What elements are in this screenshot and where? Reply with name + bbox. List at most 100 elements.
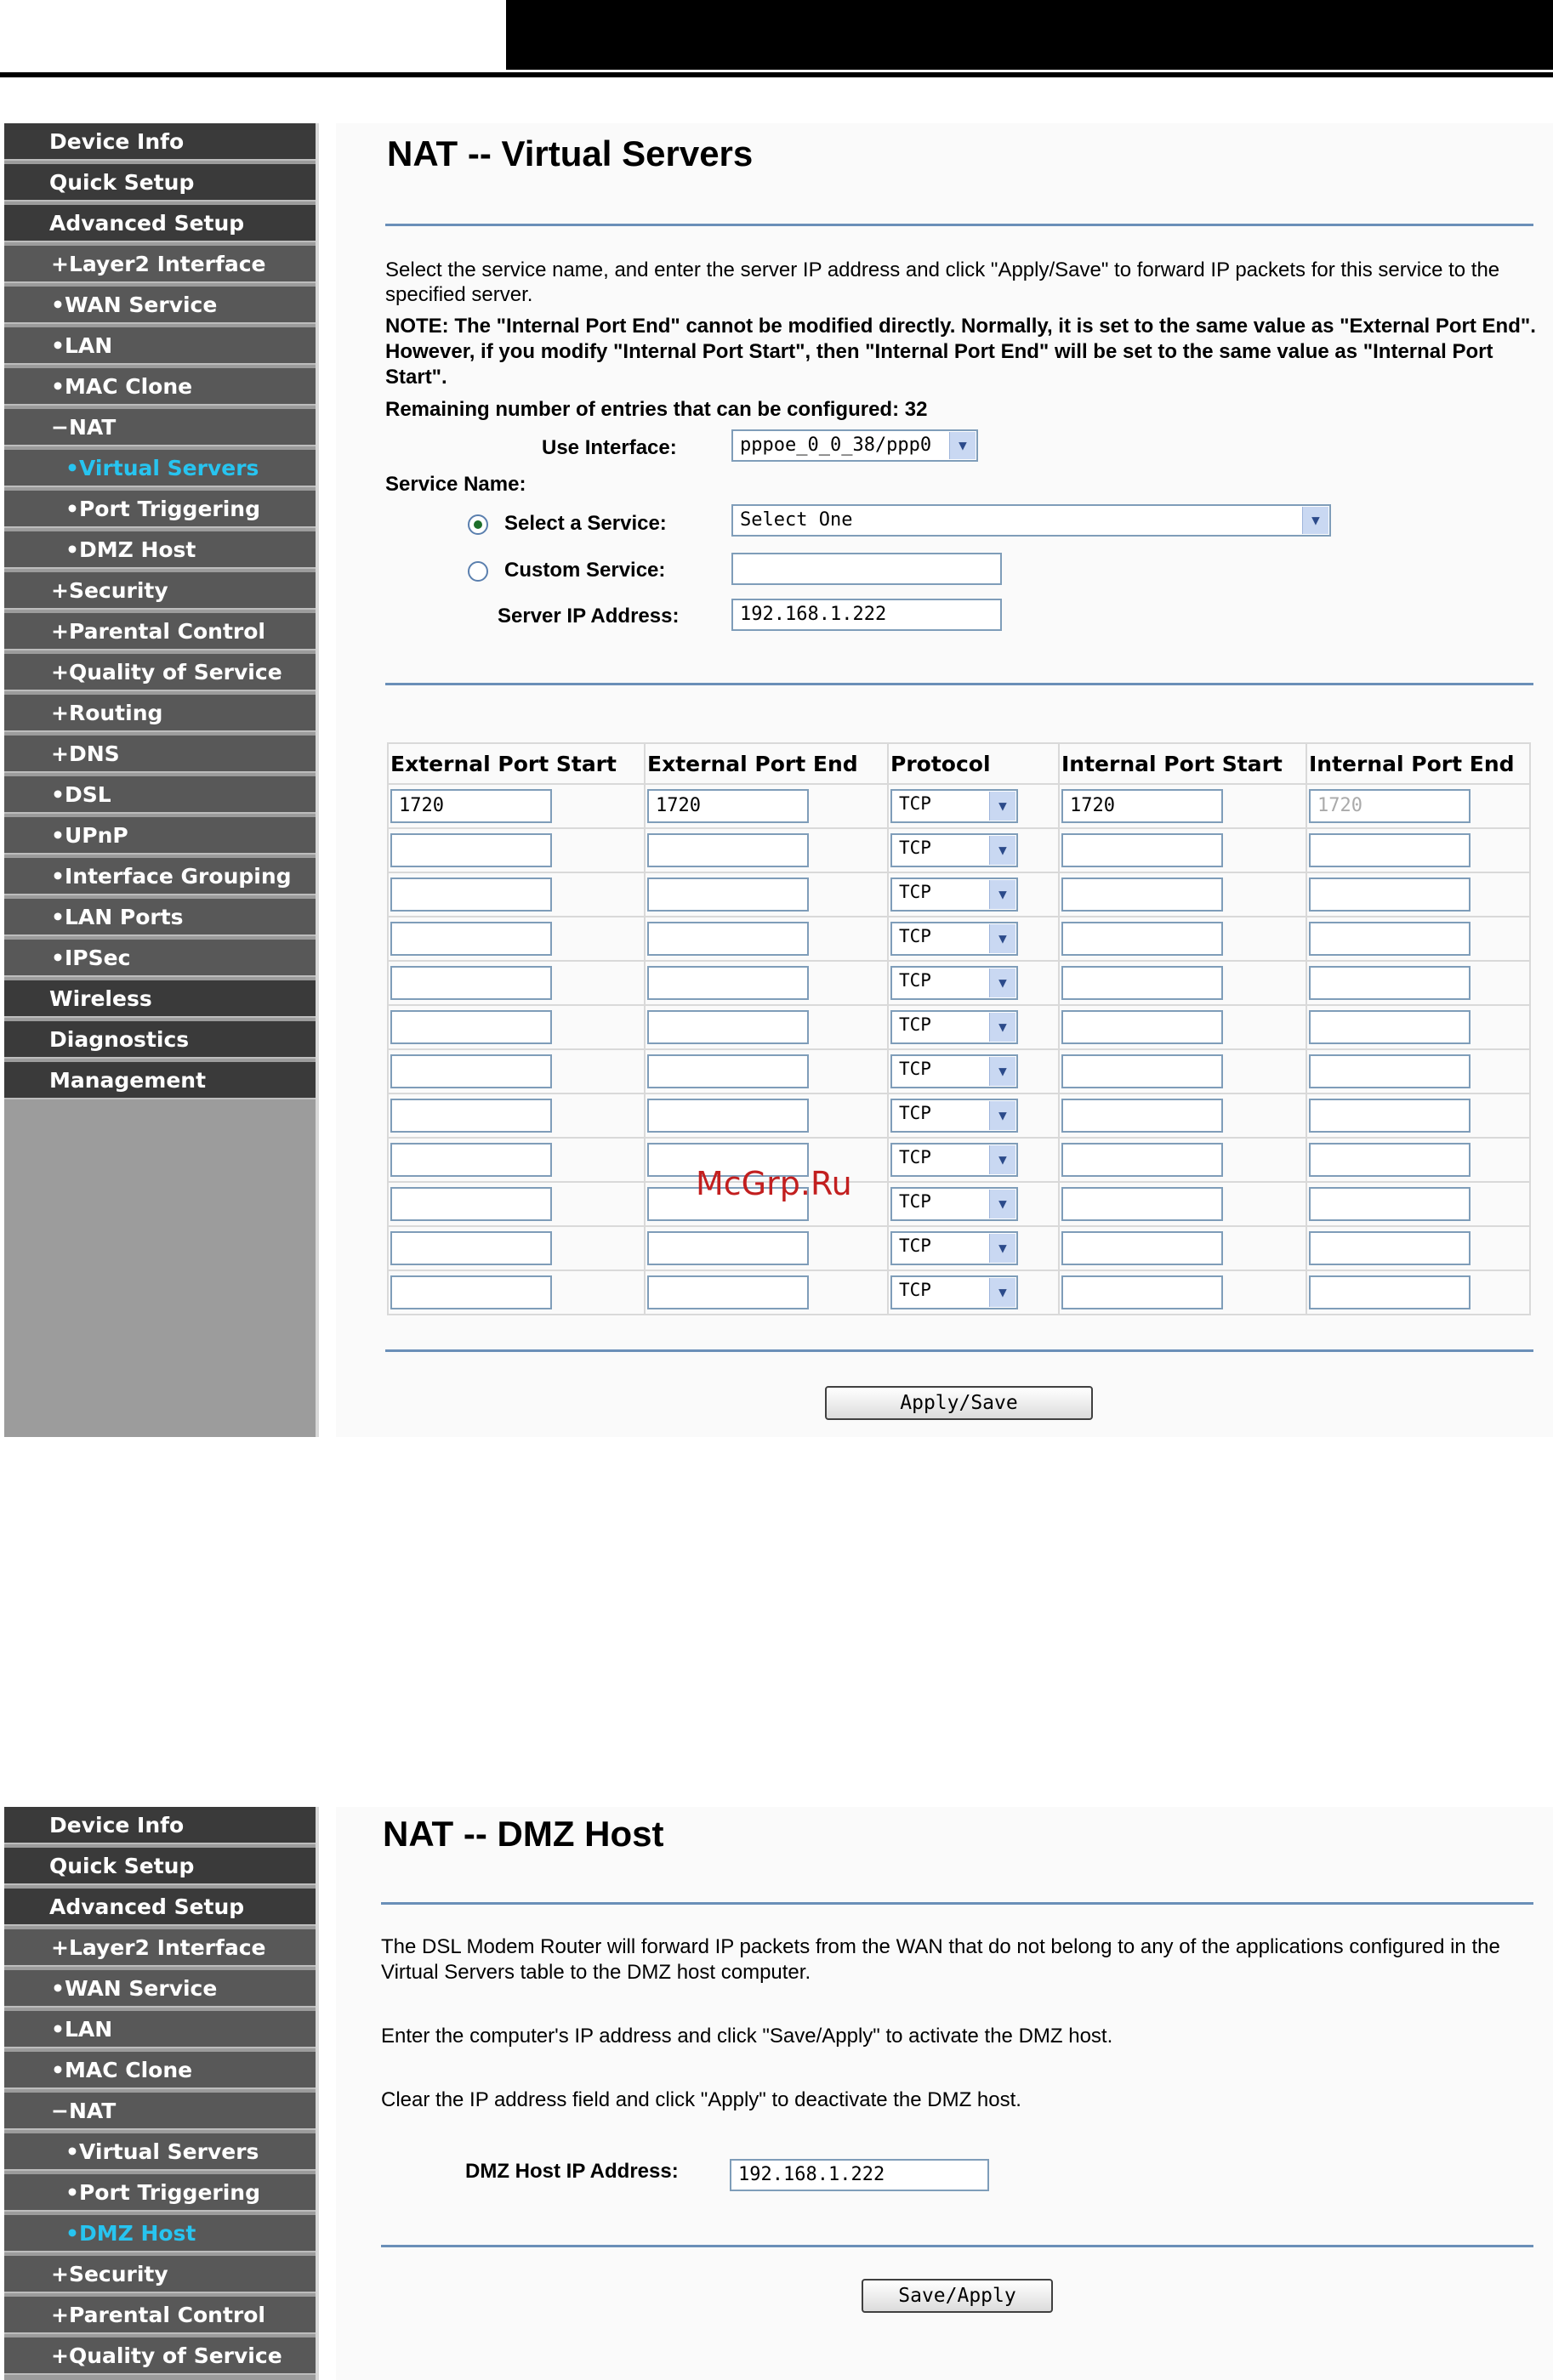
internal-port-start-input[interactable]: 1720: [1061, 789, 1223, 823]
custom-service-radio[interactable]: [468, 561, 488, 582]
internal-port-start-input[interactable]: [1061, 1231, 1223, 1265]
external-port-start-input[interactable]: 1720: [390, 789, 552, 823]
internal-port-end-input[interactable]: [1309, 966, 1471, 1000]
save-apply-button[interactable]: Save/Apply: [862, 2279, 1053, 2313]
sidebar-item-advanced-setup[interactable]: Advanced Setup: [4, 1889, 316, 1926]
protocol-select[interactable]: TCP ▼: [890, 1231, 1018, 1265]
sidebar-item-security[interactable]: +Security: [4, 572, 316, 610]
sidebar-item-port-triggering[interactable]: •Port Triggering: [4, 491, 316, 528]
external-port-end-input[interactable]: [647, 1231, 809, 1265]
sidebar-item-dns[interactable]: +DNS: [4, 736, 316, 773]
sidebar-item-nat[interactable]: −NAT: [4, 409, 316, 446]
internal-port-end-input[interactable]: [1309, 878, 1471, 912]
protocol-select[interactable]: TCP ▼: [890, 878, 1018, 912]
protocol-select[interactable]: TCP ▼: [890, 1099, 1018, 1133]
internal-port-end-input[interactable]: [1309, 833, 1471, 867]
internal-port-start-input[interactable]: [1061, 1187, 1223, 1221]
apply-save-button[interactable]: Apply/Save: [825, 1386, 1093, 1420]
sidebar-item-layer2-interface[interactable]: +Layer2 Interface: [4, 1929, 316, 1967]
internal-port-start-input[interactable]: [1061, 1143, 1223, 1177]
internal-port-end-input[interactable]: 1720: [1309, 789, 1471, 823]
sidebar-item-advanced-setup[interactable]: Advanced Setup: [4, 205, 316, 242]
server-ip-input[interactable]: 192.168.1.222: [731, 599, 1002, 631]
dmz-ip-input[interactable]: 192.168.1.222: [730, 2159, 989, 2191]
external-port-start-input[interactable]: [390, 878, 552, 912]
internal-port-start-input[interactable]: [1061, 878, 1223, 912]
sidebar-item-diagnostics[interactable]: Diagnostics: [4, 1021, 316, 1059]
external-port-end-input[interactable]: [647, 878, 809, 912]
sidebar-item-virtual-servers[interactable]: •Virtual Servers: [4, 2133, 316, 2171]
select-service-radio[interactable]: [468, 514, 488, 535]
internal-port-end-input[interactable]: [1309, 1054, 1471, 1088]
service-select[interactable]: Select One ▼: [731, 504, 1331, 537]
internal-port-start-input[interactable]: [1061, 922, 1223, 956]
protocol-select[interactable]: TCP ▼: [890, 966, 1018, 1000]
sidebar-item-lan[interactable]: •LAN: [4, 2011, 316, 2048]
sidebar-item-device-info[interactable]: Device Info: [4, 123, 316, 161]
sidebar-item-security[interactable]: +Security: [4, 2256, 316, 2293]
sidebar-item-quick-setup[interactable]: Quick Setup: [4, 164, 316, 202]
external-port-end-input[interactable]: [647, 1054, 809, 1088]
sidebar-item-quality-of-service[interactable]: +Quality of Service: [4, 2337, 316, 2375]
protocol-select[interactable]: TCP ▼: [890, 1010, 1018, 1044]
protocol-select[interactable]: TCP ▼: [890, 833, 1018, 867]
sidebar-item-lan[interactable]: •LAN: [4, 327, 316, 365]
external-port-end-input[interactable]: [647, 966, 809, 1000]
sidebar-item-mac-clone[interactable]: •MAC Clone: [4, 2052, 316, 2089]
sidebar-item-routing[interactable]: +Routing: [4, 695, 316, 732]
sidebar-item-wireless[interactable]: Wireless: [4, 980, 316, 1018]
external-port-start-input[interactable]: [390, 1054, 552, 1088]
protocol-select[interactable]: TCP ▼: [890, 1054, 1018, 1088]
internal-port-start-input[interactable]: [1061, 1099, 1223, 1133]
internal-port-end-input[interactable]: [1309, 922, 1471, 956]
sidebar-item-quick-setup[interactable]: Quick Setup: [4, 1848, 316, 1885]
protocol-select[interactable]: TCP ▼: [890, 1143, 1018, 1177]
internal-port-start-input[interactable]: [1061, 1275, 1223, 1309]
external-port-start-input[interactable]: [390, 922, 552, 956]
sidebar-item-layer2-interface[interactable]: +Layer2 Interface: [4, 246, 316, 283]
sidebar-item-parental-control[interactable]: +Parental Control: [4, 2297, 316, 2334]
internal-port-end-input[interactable]: [1309, 1143, 1471, 1177]
sidebar-item-dmz-host[interactable]: •DMZ Host: [4, 2215, 316, 2252]
protocol-select[interactable]: TCP ▼: [890, 1187, 1018, 1221]
sidebar-item-virtual-servers[interactable]: •Virtual Servers: [4, 450, 316, 487]
sidebar-item-port-triggering[interactable]: •Port Triggering: [4, 2174, 316, 2212]
sidebar-item-management[interactable]: Management: [4, 1062, 316, 1099]
internal-port-end-input[interactable]: [1309, 1099, 1471, 1133]
protocol-select[interactable]: TCP ▼: [890, 789, 1018, 823]
internal-port-start-input[interactable]: [1061, 966, 1223, 1000]
use-interface-select[interactable]: pppoe_0_0_38/ppp0 ▼: [731, 429, 978, 462]
external-port-end-input[interactable]: [647, 1275, 809, 1309]
sidebar-item-device-info[interactable]: Device Info: [4, 1807, 316, 1844]
external-port-end-input[interactable]: 1720: [647, 789, 809, 823]
external-port-end-input[interactable]: [647, 833, 809, 867]
sidebar-item-parental-control[interactable]: +Parental Control: [4, 613, 316, 650]
protocol-select[interactable]: TCP ▼: [890, 922, 1018, 956]
sidebar-item-upnp[interactable]: •UPnP: [4, 817, 316, 855]
protocol-select[interactable]: TCP ▼: [890, 1275, 1018, 1309]
sidebar-item-interface-grouping[interactable]: •Interface Grouping: [4, 858, 316, 895]
sidebar-item-nat[interactable]: −NAT: [4, 2093, 316, 2130]
sidebar-item-wan-service[interactable]: •WAN Service: [4, 287, 316, 324]
internal-port-end-input[interactable]: [1309, 1187, 1471, 1221]
external-port-start-input[interactable]: [390, 1231, 552, 1265]
custom-service-input[interactable]: [731, 553, 1002, 585]
external-port-start-input[interactable]: [390, 1099, 552, 1133]
sidebar-item-quality-of-service[interactable]: +Quality of Service: [4, 654, 316, 691]
sidebar-item-wan-service[interactable]: •WAN Service: [4, 1970, 316, 2008]
external-port-end-input[interactable]: [647, 922, 809, 956]
external-port-start-input[interactable]: [390, 1187, 552, 1221]
external-port-start-input[interactable]: [390, 1010, 552, 1044]
external-port-start-input[interactable]: [390, 833, 552, 867]
external-port-start-input[interactable]: [390, 966, 552, 1000]
external-port-start-input[interactable]: [390, 1275, 552, 1309]
sidebar-item-dsl[interactable]: •DSL: [4, 776, 316, 814]
internal-port-end-input[interactable]: [1309, 1231, 1471, 1265]
internal-port-start-input[interactable]: [1061, 833, 1223, 867]
internal-port-start-input[interactable]: [1061, 1010, 1223, 1044]
internal-port-start-input[interactable]: [1061, 1054, 1223, 1088]
internal-port-end-input[interactable]: [1309, 1010, 1471, 1044]
sidebar-item-lan-ports[interactable]: •LAN Ports: [4, 899, 316, 936]
internal-port-end-input[interactable]: [1309, 1275, 1471, 1309]
sidebar-item-dmz-host[interactable]: •DMZ Host: [4, 531, 316, 569]
